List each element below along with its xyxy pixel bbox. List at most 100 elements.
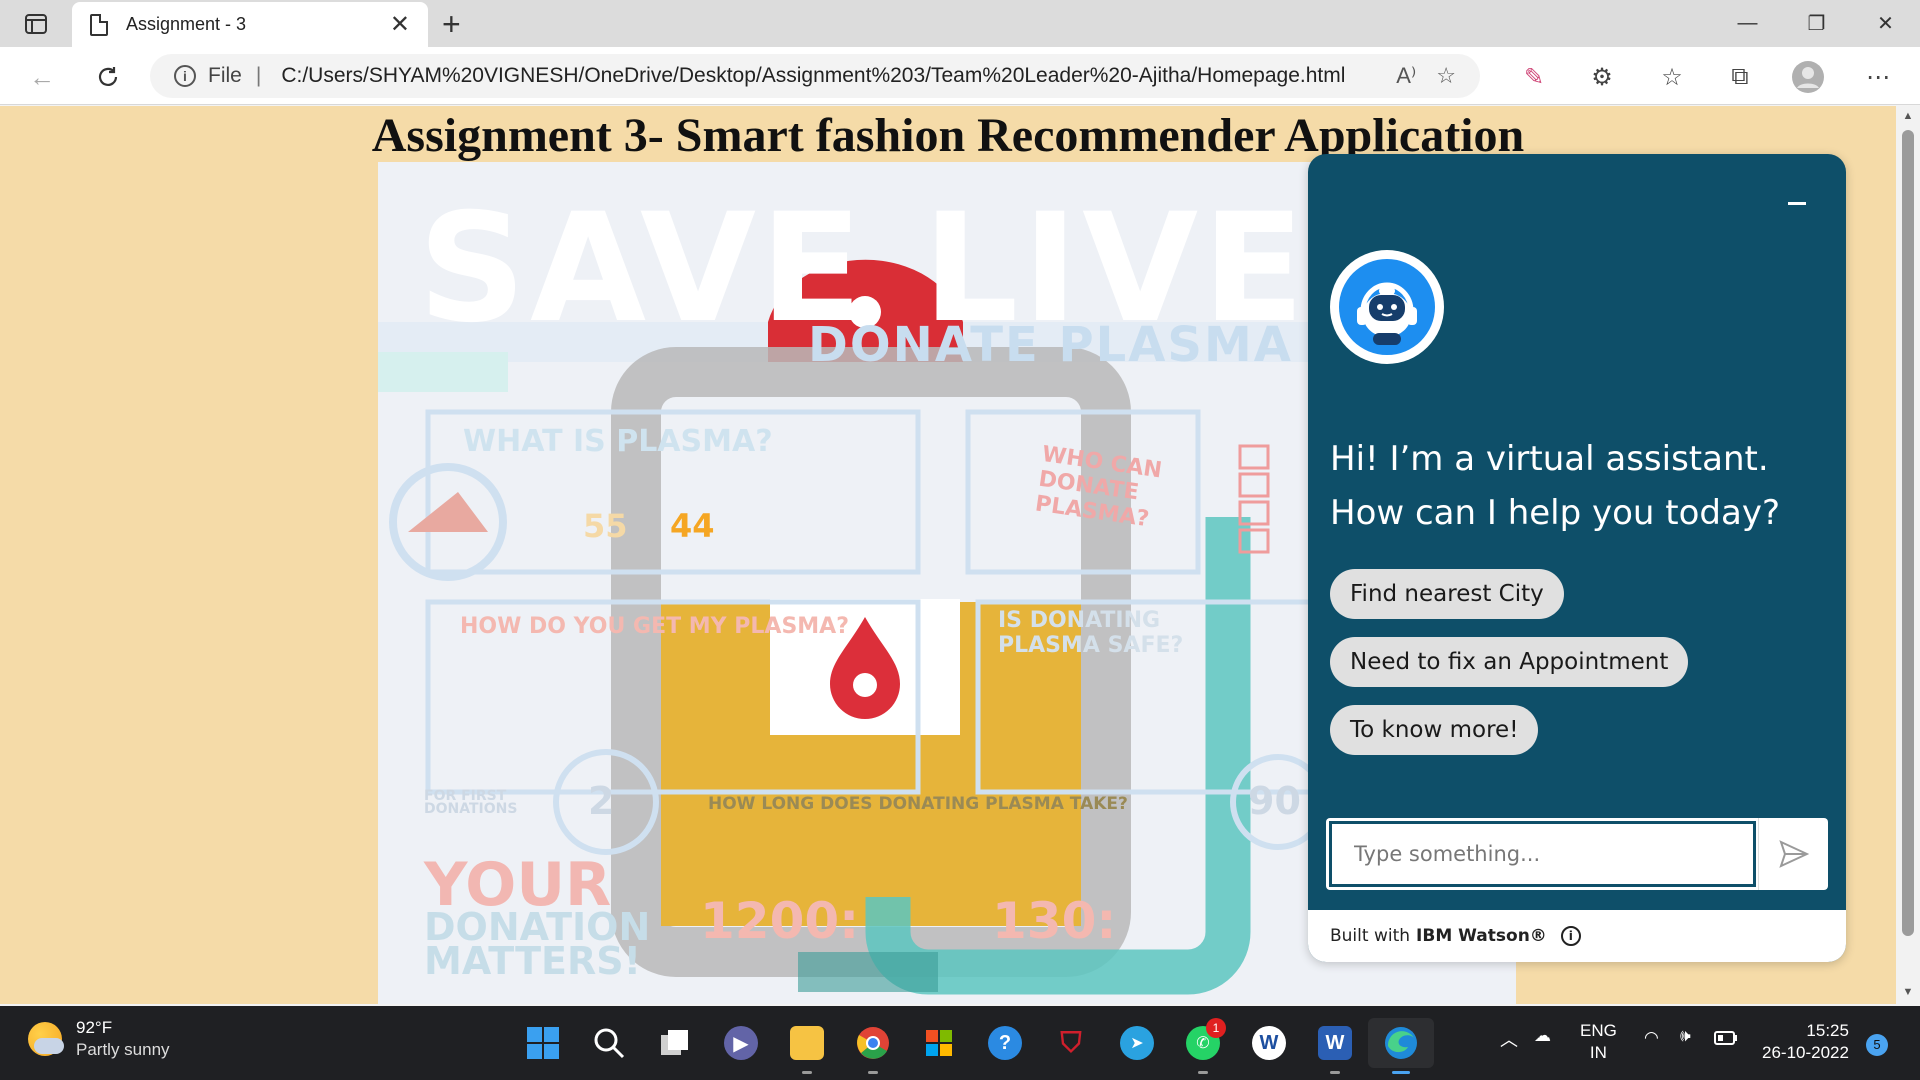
minimize-chat-icon[interactable] bbox=[1788, 202, 1806, 205]
scroll-down-icon[interactable]: ▼ bbox=[1896, 986, 1920, 998]
tab-actions-icon[interactable] bbox=[14, 10, 58, 38]
close-tab-icon[interactable]: ✕ bbox=[390, 10, 410, 39]
collections-icon[interactable]: ⧉ bbox=[1722, 60, 1758, 94]
notification-badge[interactable]: 5 bbox=[1866, 1034, 1888, 1056]
add-favorite-icon[interactable]: ☆ bbox=[1436, 63, 1456, 89]
extensions-icon[interactable]: ⚙ bbox=[1584, 60, 1620, 94]
edge-icon bbox=[1385, 1027, 1417, 1059]
help-app[interactable]: ? bbox=[972, 1018, 1038, 1068]
close-window-icon[interactable]: ✕ bbox=[1851, 0, 1920, 47]
window-controls: — ❐ ✕ bbox=[1713, 0, 1920, 47]
url-text[interactable]: C:/Users/SHYAM%20VIGNESH/OneDrive/Deskto… bbox=[281, 64, 1376, 88]
profile-avatar[interactable] bbox=[1790, 60, 1826, 94]
chat-input-container bbox=[1326, 818, 1828, 890]
whatsapp-badge: 1 bbox=[1206, 1018, 1226, 1038]
telegram-icon: ➤ bbox=[1120, 1026, 1154, 1060]
assistant-avatar bbox=[1330, 250, 1444, 364]
new-tab-icon[interactable]: + bbox=[442, 6, 461, 43]
mcafee-app[interactable]: ⛉ bbox=[1038, 1018, 1104, 1068]
chrome-app[interactable] bbox=[840, 1018, 906, 1074]
volume-icon[interactable]: 🕪 bbox=[1680, 1026, 1691, 1046]
chrome-icon bbox=[857, 1027, 889, 1059]
back-arrow-icon[interactable]: ← bbox=[24, 59, 60, 95]
favorites-icon[interactable]: ☆ bbox=[1654, 60, 1690, 94]
running-indicator bbox=[1392, 1071, 1410, 1074]
poster-is-donating-safe: IS DONATING PLASMA SAFE? bbox=[998, 608, 1184, 658]
poster-stat-44: 44 bbox=[670, 507, 715, 545]
windows-logo-icon bbox=[527, 1027, 559, 1059]
temperature: 92°F bbox=[76, 1018, 113, 1037]
folder-icon bbox=[790, 1026, 824, 1060]
taskbar-apps: ▶ ? ⛉ ➤ ✆ 1 W W bbox=[510, 1018, 1434, 1074]
poster-stat-130: 130: bbox=[992, 892, 1117, 950]
info-icon[interactable]: i bbox=[1560, 926, 1581, 946]
partly-sunny-icon bbox=[28, 1022, 64, 1056]
start-button[interactable] bbox=[510, 1018, 576, 1068]
scroll-up-icon[interactable]: ▲ bbox=[1896, 110, 1920, 122]
browser-tab-bar: Assignment - 3 ✕ + — ❐ ✕ bbox=[0, 0, 1920, 47]
microsoft-store-app[interactable] bbox=[906, 1018, 972, 1068]
minimize-window-icon[interactable]: — bbox=[1713, 0, 1782, 47]
poster-how-long: HOW LONG DOES DONATING PLASMA TAKE? bbox=[708, 794, 1128, 814]
telegram-app[interactable]: ➤ bbox=[1104, 1018, 1170, 1068]
teams-chat-app[interactable]: ▶ bbox=[708, 1018, 774, 1068]
edge-app[interactable] bbox=[1368, 1018, 1434, 1074]
word-icon: W bbox=[1318, 1026, 1352, 1060]
scrollbar-thumb[interactable] bbox=[1902, 130, 1914, 936]
running-indicator bbox=[1330, 1071, 1340, 1074]
region-code: IN bbox=[1589, 1043, 1607, 1062]
windows-taskbar: 92°F Partly sunny ▶ ? ⛉ ➤ ✆ 1 W W ︿ ☁ EN… bbox=[0, 1006, 1920, 1080]
search-button[interactable] bbox=[576, 1018, 642, 1068]
chat-footer: Built with IBM Watson® i bbox=[1308, 910, 1846, 962]
poster-subheadline: DONATE PLASMA T bbox=[808, 317, 1347, 373]
weather-widget[interactable]: 92°F Partly sunny bbox=[28, 1018, 170, 1060]
option-fix-appointment[interactable]: Need to fix an Appointment bbox=[1330, 637, 1689, 687]
watson-chat-widget: Hi! I’m a virtual assistant. How can I h… bbox=[1308, 154, 1846, 962]
running-indicator bbox=[802, 1071, 812, 1074]
option-know-more[interactable]: To know more! bbox=[1330, 705, 1539, 755]
store-icon bbox=[926, 1030, 952, 1056]
language-indicator[interactable]: ENG IN bbox=[1580, 1020, 1617, 1064]
date: 26-10-2022 bbox=[1762, 1043, 1849, 1062]
file-explorer-app[interactable] bbox=[774, 1018, 840, 1074]
address-bar[interactable]: i File | C:/Users/SHYAM%20VIGNESH/OneDri… bbox=[150, 54, 1480, 98]
battery-icon[interactable] bbox=[1714, 1030, 1738, 1050]
footer-brand: IBM Watson® bbox=[1416, 926, 1547, 946]
search-icon bbox=[594, 1028, 625, 1059]
running-indicator bbox=[868, 1071, 878, 1074]
word-app[interactable]: W bbox=[1302, 1018, 1368, 1074]
show-hidden-icons[interactable]: ︿ bbox=[1500, 1026, 1518, 1052]
extension-pen-icon[interactable]: ✎ bbox=[1516, 60, 1552, 94]
chat-icon: ▶ bbox=[724, 1026, 758, 1060]
poster-stat-2: 2 bbox=[588, 779, 615, 823]
time: 15:25 bbox=[1806, 1021, 1849, 1040]
wifi-icon[interactable]: ◠ bbox=[1644, 1028, 1659, 1048]
url-separator: | bbox=[255, 64, 262, 87]
watson-app[interactable]: W bbox=[1236, 1018, 1302, 1068]
tab-title: Assignment - 3 bbox=[126, 14, 247, 34]
onedrive-icon[interactable]: ☁ bbox=[1534, 1026, 1551, 1046]
browser-toolbar: ← i File | C:/Users/SHYAM%20VIGNESH/OneD… bbox=[0, 47, 1920, 105]
url-scheme-label: File bbox=[208, 64, 242, 87]
robot-icon bbox=[1339, 259, 1435, 355]
poster-stat-55: 55 bbox=[583, 507, 628, 545]
poster-stat-1200: 1200: bbox=[700, 892, 860, 950]
site-info-icon[interactable]: i bbox=[174, 65, 196, 87]
read-aloud-icon[interactable]: A⁾ bbox=[1396, 63, 1416, 89]
restore-window-icon[interactable]: ❐ bbox=[1782, 0, 1851, 47]
weather-condition: Partly sunny bbox=[76, 1040, 170, 1059]
page-scrollbar[interactable]: ▲ ▼ bbox=[1896, 106, 1920, 1004]
more-options-icon[interactable]: ⋯ bbox=[1860, 60, 1896, 94]
chat-message-input[interactable] bbox=[1329, 821, 1756, 887]
whatsapp-app[interactable]: ✆ 1 bbox=[1170, 1018, 1236, 1074]
task-view-button[interactable] bbox=[642, 1018, 708, 1068]
assistant-greeting: Hi! I’m a virtual assistant. How can I h… bbox=[1330, 439, 1781, 533]
refresh-icon[interactable] bbox=[90, 59, 126, 95]
send-icon bbox=[1778, 840, 1809, 868]
active-tab[interactable]: Assignment - 3 ✕ bbox=[72, 2, 428, 47]
clock[interactable]: 15:25 26-10-2022 bbox=[1762, 1020, 1849, 1064]
poster-donation-matters: DONATION MATTERS! bbox=[424, 905, 651, 983]
send-button[interactable] bbox=[1758, 818, 1828, 890]
running-indicator bbox=[1198, 1071, 1208, 1074]
option-find-nearest-city[interactable]: Find nearest City bbox=[1330, 569, 1564, 619]
